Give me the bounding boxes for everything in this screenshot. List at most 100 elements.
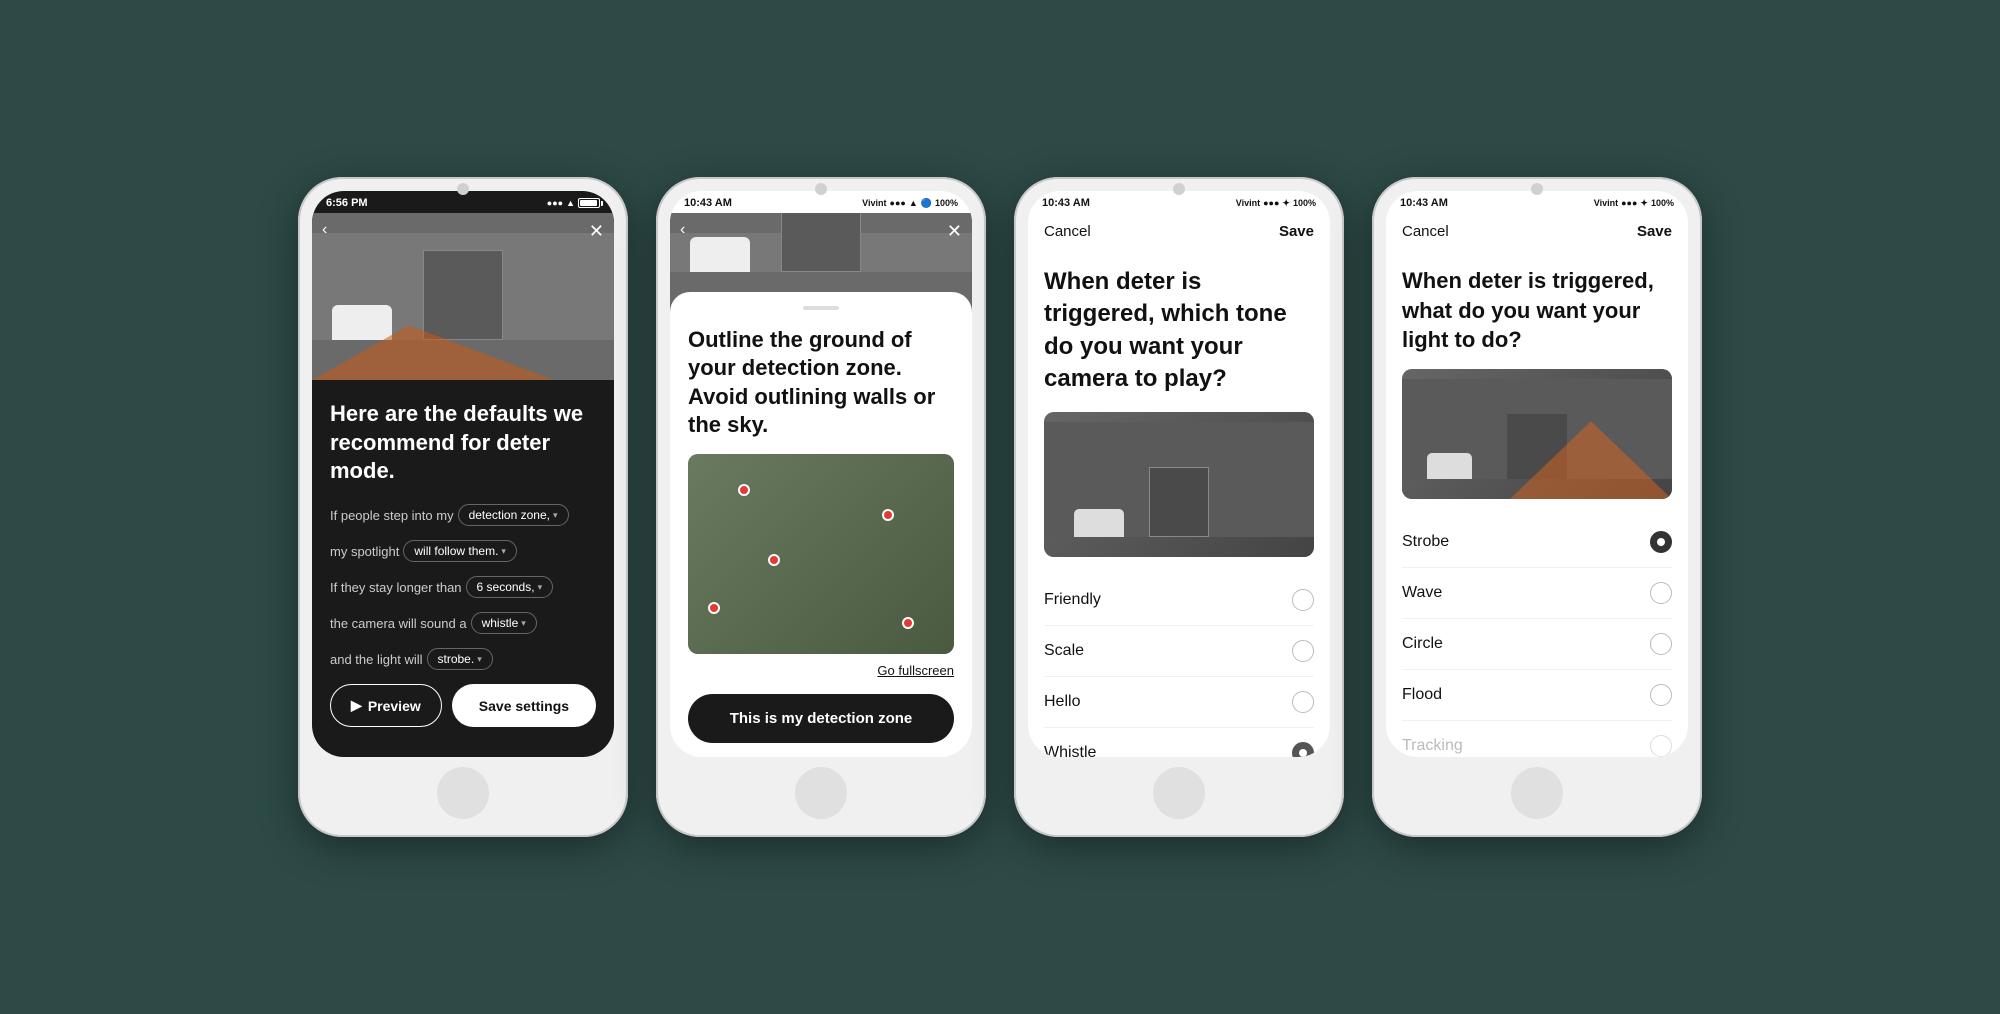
phone-4-body: 10:43 AM Vivint ●●● ✦ 100% Cancel Save W… (1372, 177, 1702, 837)
tone-radio-scale[interactable] (1292, 640, 1314, 662)
garage-door-2 (781, 213, 861, 272)
light-camera-preview (1402, 369, 1672, 499)
tone-radio-friendly[interactable] (1292, 589, 1314, 611)
battery-text: 🔵 (921, 198, 932, 209)
zone-dot-4[interactable] (708, 602, 720, 614)
phone-1-title: Here are the defaults we recommend for d… (330, 400, 596, 486)
light-radio-strobe[interactable] (1650, 531, 1672, 553)
phone-3-screen: 10:43 AM Vivint ●●● ✦ 100% Cancel Save W… (1028, 191, 1330, 757)
wifi-icon: ▲ (566, 198, 575, 208)
phone-3-content: When deter is triggered, which tone do y… (1028, 250, 1330, 757)
tone-options-list: Friendly Scale Hello Whistle (1044, 575, 1314, 757)
tone-label-hello: Hello (1044, 693, 1080, 711)
tone-camera-preview (1044, 412, 1314, 557)
phone-2-screen: 10:43 AM Vivint ●●● ▲ 🔵 100% ‹ (670, 191, 972, 757)
light-radio-tracking[interactable] (1650, 735, 1672, 757)
tone-option-hello: Hello (1044, 677, 1314, 728)
close-button[interactable]: ✕ (589, 221, 604, 242)
phone-1-actions: ▶ Preview Save settings (330, 684, 596, 737)
battery-percent-3: 100% (1293, 198, 1316, 208)
phone-4-home-button[interactable] (1511, 767, 1563, 819)
cancel-button-3[interactable]: Cancel (1044, 223, 1091, 240)
car-3 (1074, 509, 1124, 537)
signal-icon-3: ●●● (1263, 198, 1279, 208)
go-fullscreen-link[interactable]: Go fullscreen (877, 663, 954, 678)
sheet-title: Outline the ground of your detection zon… (688, 326, 954, 440)
bluetooth-icon-4: ✦ (1640, 198, 1648, 209)
tone-label-whistle: Whistle (1044, 744, 1096, 757)
light-option-tracking: Tracking (1402, 721, 1672, 757)
row-1-prefix: If people step into my (330, 508, 454, 523)
bluetooth-icon: ✦ (1282, 198, 1290, 209)
settings-row-3: If they stay longer than 6 seconds, ▾ (330, 576, 596, 598)
phone-4: 10:43 AM Vivint ●●● ✦ 100% Cancel Save W… (1372, 177, 1702, 837)
phone-3-body: 10:43 AM Vivint ●●● ✦ 100% Cancel Save W… (1014, 177, 1344, 837)
car-silhouette (332, 305, 392, 340)
phone-1-content: Here are the defaults we recommend for d… (312, 380, 614, 757)
phone-3-home-button[interactable] (1153, 767, 1205, 819)
save-button-3[interactable]: Save (1279, 223, 1314, 240)
phone-1: 6:56 PM ●●● ▲ ‹ ✕ (298, 177, 628, 837)
preview-button[interactable]: ▶ Preview (330, 684, 442, 727)
tone-radio-hello[interactable] (1292, 691, 1314, 713)
settings-row-1: If people step into my detection zone, ▾ (330, 504, 596, 526)
row-2-prefix: my spotlight (330, 544, 399, 559)
phone-1-icons: ●●● ▲ (547, 198, 600, 208)
phone-3-top-nav: Cancel Save (1028, 213, 1330, 250)
tone-option-whistle: Whistle (1044, 728, 1314, 757)
zone-dot-1[interactable] (738, 484, 750, 496)
zone-dot-3[interactable] (768, 554, 780, 566)
phone-3-icons: Vivint ●●● ✦ 100% (1236, 198, 1316, 209)
light-option-flood: Flood (1402, 670, 1672, 721)
detection-zone-button[interactable]: This is my detection zone (688, 694, 954, 743)
cancel-button-4[interactable]: Cancel (1402, 223, 1449, 240)
back-button-2[interactable]: ‹ (680, 221, 685, 239)
sound-pill[interactable]: whistle ▾ (471, 612, 537, 634)
signal-icon-4: ●●● (1621, 198, 1637, 208)
phone-1-screen: 6:56 PM ●●● ▲ ‹ ✕ (312, 191, 614, 757)
phone-1-camera-view: ‹ ✕ (312, 213, 614, 380)
zone-dot-5[interactable] (902, 617, 914, 629)
light-radio-wave[interactable] (1650, 582, 1672, 604)
phone-4-screen: 10:43 AM Vivint ●●● ✦ 100% Cancel Save W… (1386, 191, 1688, 757)
phone-4-content: When deter is triggered, what do you wan… (1386, 250, 1688, 757)
duration-pill[interactable]: 6 seconds, ▾ (466, 576, 554, 598)
back-button[interactable]: ‹ (322, 221, 327, 239)
light-label-strobe: Strobe (1402, 533, 1449, 551)
save-button-4[interactable]: Save (1637, 223, 1672, 240)
phone-2-icons: Vivint ●●● ▲ 🔵 100% (862, 198, 958, 209)
phone-1-body: 6:56 PM ●●● ▲ ‹ ✕ (298, 177, 628, 837)
phone-3-notch (1173, 183, 1185, 195)
phone-2-time: 10:43 AM (684, 197, 732, 209)
phone-4-time: 10:43 AM (1400, 197, 1448, 209)
row-3-prefix: If they stay longer than (330, 580, 462, 595)
light-label-flood: Flood (1402, 686, 1442, 704)
phone-1-notch (457, 183, 469, 195)
light-label-wave: Wave (1402, 584, 1442, 602)
tone-radio-whistle[interactable] (1292, 742, 1314, 757)
light-radio-circle[interactable] (1650, 633, 1672, 655)
signal-icon: ●●● (890, 198, 906, 208)
detection-zone-pill[interactable]: detection zone, ▾ (458, 504, 569, 526)
phone-2-home-button[interactable] (795, 767, 847, 819)
battery-percent: 100% (935, 198, 958, 208)
carrier-name: Vivint (862, 198, 886, 208)
spotlight-pill[interactable]: will follow them. ▾ (403, 540, 517, 562)
close-button-2[interactable]: ✕ (947, 221, 962, 242)
tone-label-scale: Scale (1044, 642, 1084, 660)
light-option-circle: Circle (1402, 619, 1672, 670)
signal-icon: ●●● (547, 198, 563, 208)
battery-icon (578, 198, 600, 208)
settings-row-5: and the light will strobe. ▾ (330, 648, 596, 670)
row-5-prefix: and the light will (330, 652, 423, 667)
wifi-icon: ▲ (909, 198, 918, 208)
zone-dot-2[interactable] (882, 509, 894, 521)
car-4 (1427, 453, 1472, 479)
phone-1-home-button[interactable] (437, 767, 489, 819)
light-pill[interactable]: strobe. ▾ (427, 648, 493, 670)
light-label-circle: Circle (1402, 635, 1443, 653)
preview-label: Preview (368, 698, 421, 714)
save-settings-button[interactable]: Save settings (452, 684, 596, 727)
light-radio-flood[interactable] (1650, 684, 1672, 706)
carrier-name-3: Vivint (1236, 198, 1260, 208)
